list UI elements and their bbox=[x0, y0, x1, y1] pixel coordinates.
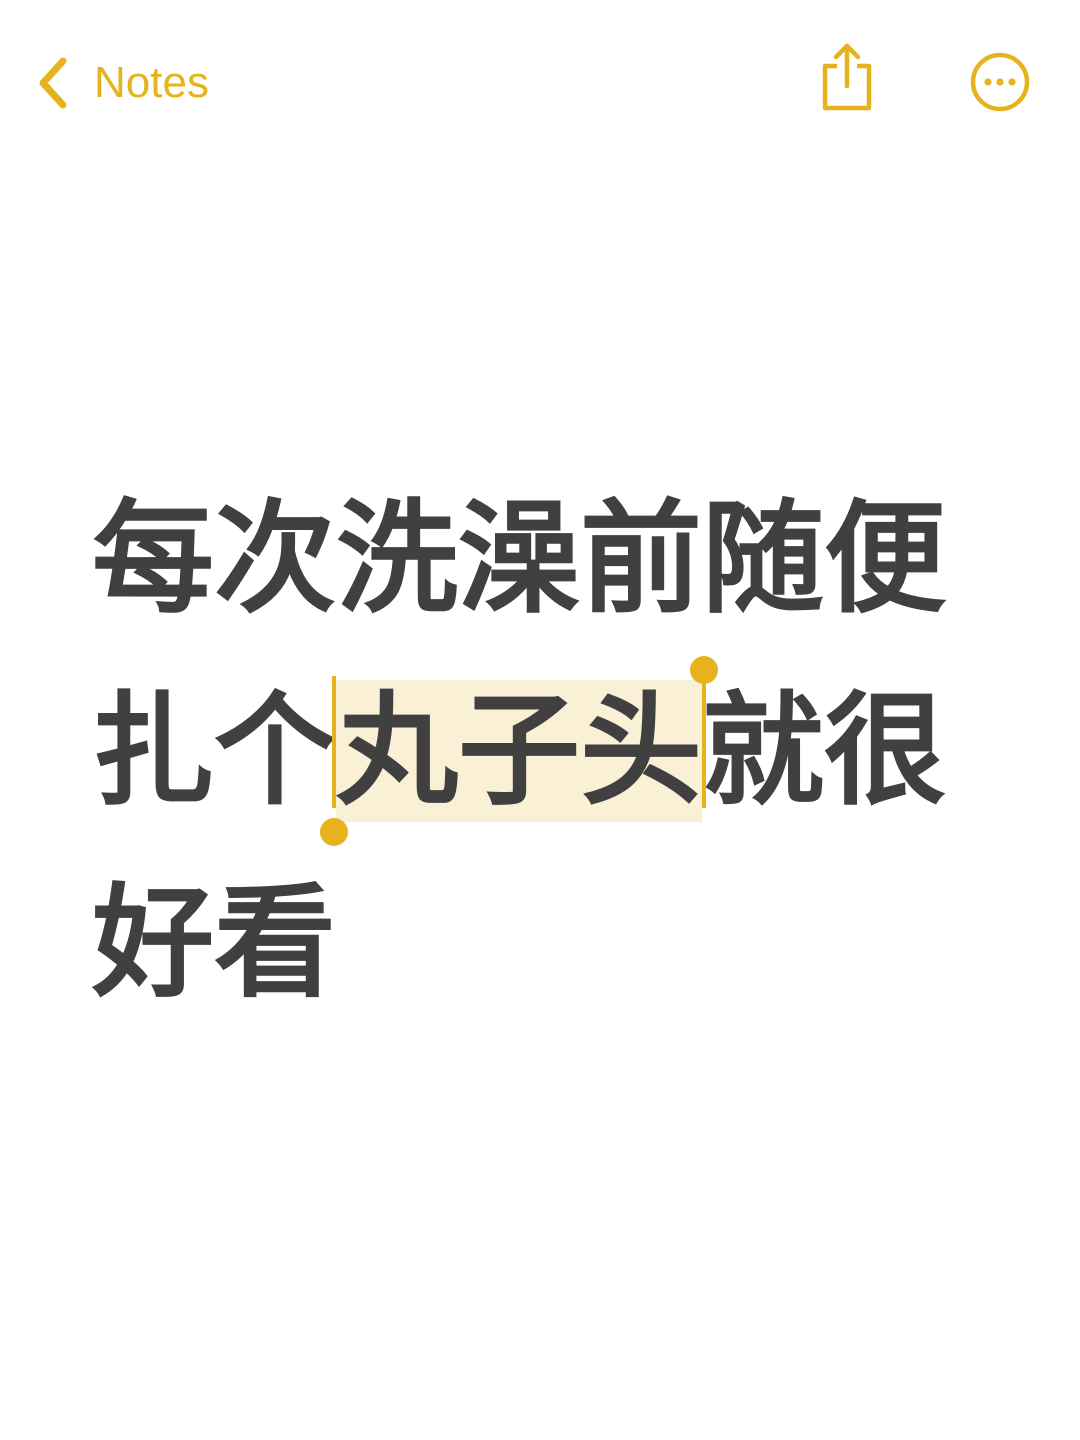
share-button[interactable] bbox=[815, 40, 879, 112]
selection-end-handle[interactable] bbox=[690, 656, 718, 684]
note-line-2: 扎个丸子头 就很 bbox=[92, 656, 1002, 868]
selection-end-cursor bbox=[702, 676, 706, 808]
back-button[interactable]: Notes bbox=[34, 50, 209, 116]
note-body[interactable]: 每次洗澡前随便 扎个丸子头 就很 好看 bbox=[92, 484, 1002, 1060]
note-line-3: 好看 bbox=[92, 872, 336, 1014]
selection-start-handle[interactable] bbox=[320, 818, 348, 846]
back-label: Notes bbox=[94, 58, 209, 107]
ellipsis-circle-icon bbox=[968, 50, 1032, 114]
more-button[interactable] bbox=[968, 50, 1032, 114]
share-icon bbox=[815, 40, 879, 112]
note-text-after-selection: 就很 bbox=[702, 680, 946, 822]
note-text-before-selection: 扎个 bbox=[92, 680, 336, 822]
navigation-bar: Notes bbox=[0, 0, 1080, 170]
selection-start-cursor bbox=[332, 676, 336, 808]
chevron-left-icon bbox=[34, 53, 70, 113]
note-line-1: 每次洗澡前随便 bbox=[92, 488, 946, 630]
selected-text[interactable]: 丸子头 bbox=[336, 680, 702, 822]
